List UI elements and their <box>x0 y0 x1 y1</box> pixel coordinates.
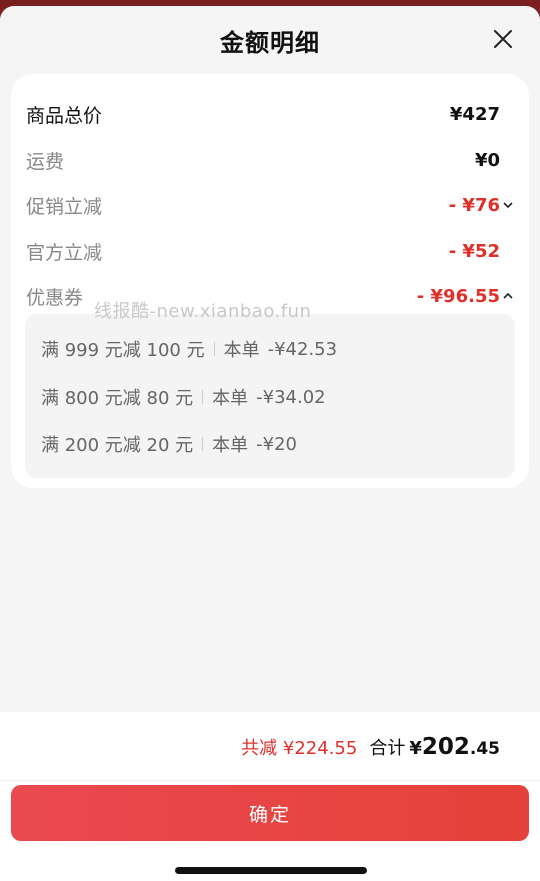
row-value: - ¥76 <box>448 194 513 216</box>
row-label: 官方立减 <box>26 241 103 264</box>
coupon-rule: 满 800 元减 80 元 <box>41 388 194 409</box>
row-label: 优惠券 <box>26 286 84 309</box>
coupon-list: 满 999 元减 100 元 本单 -¥42.53 满 800 元减 80 元 … <box>25 314 515 478</box>
coupon-tag: 本单 <box>223 340 260 361</box>
amount-card: 商品总价 ¥427 运费 ¥0 促销立减 - ¥76 官方立减 - ¥52 优惠… <box>11 74 529 488</box>
list-item: 满 999 元减 100 元 本单 -¥42.53 <box>41 334 337 364</box>
sheet-header: 金额明细 <box>0 6 540 74</box>
row-value: ¥427 <box>449 103 500 125</box>
watermark: 线报酷-new.xianbao.fun <box>94 301 312 322</box>
home-indicator <box>175 867 367 874</box>
row-goods-total: 商品总价 ¥427 <box>26 99 500 129</box>
divider <box>0 780 540 781</box>
divider <box>202 437 204 451</box>
totals: 共减 ¥224.55 合计 ¥ 202 .45 <box>241 734 500 760</box>
chevron-down-icon[interactable] <box>502 199 514 211</box>
coupon-rule: 满 999 元减 100 元 <box>41 340 205 361</box>
list-item: 满 200 元减 20 元 本单 -¥20 <box>41 429 297 459</box>
promotion-amount: - ¥76 <box>448 194 500 216</box>
row-value: ¥0 <box>474 149 500 171</box>
divider <box>202 390 204 404</box>
row-label: 促销立减 <box>26 195 103 218</box>
coupon-amount: -¥42.53 <box>267 338 338 360</box>
total-currency: ¥ <box>409 738 422 759</box>
total-decimal: .45 <box>469 739 500 759</box>
row-value: - ¥96.55 <box>416 285 513 307</box>
coupon-tag: 本单 <box>212 388 249 409</box>
row-promotion-discount[interactable]: 促销立减 - ¥76 <box>26 190 513 220</box>
row-label: 运费 <box>26 150 65 173</box>
total-reduced: 共减 ¥224.55 <box>241 738 358 759</box>
close-icon[interactable] <box>492 28 514 50</box>
coupon-amount: -¥34.02 <box>256 386 326 408</box>
chevron-up-icon[interactable] <box>502 290 514 302</box>
coupon-amount: -¥20 <box>256 433 298 455</box>
total-integer: 202 <box>421 734 470 760</box>
row-value: - ¥52 <box>448 240 500 262</box>
coupon-rule: 满 200 元减 20 元 <box>41 435 194 456</box>
amount-detail-sheet: 金额明细 商品总价 ¥427 运费 ¥0 促销立减 - ¥76 官方立减 - ¥… <box>0 6 540 881</box>
bottom-bar: 共减 ¥224.55 合计 ¥ 202 .45 确定 <box>0 712 540 881</box>
confirm-button[interactable]: 确定 <box>11 785 529 841</box>
page-title: 金额明细 <box>220 28 320 57</box>
row-label: 商品总价 <box>26 104 103 127</box>
list-item: 满 800 元减 80 元 本单 -¥34.02 <box>41 382 326 412</box>
row-official-discount: 官方立减 - ¥52 <box>26 236 500 266</box>
total-label: 合计 <box>369 738 406 759</box>
divider <box>213 342 215 356</box>
coupon-tag: 本单 <box>212 435 249 456</box>
coupon-amount: - ¥96.55 <box>416 285 500 307</box>
row-shipping: 运费 ¥0 <box>26 145 500 175</box>
